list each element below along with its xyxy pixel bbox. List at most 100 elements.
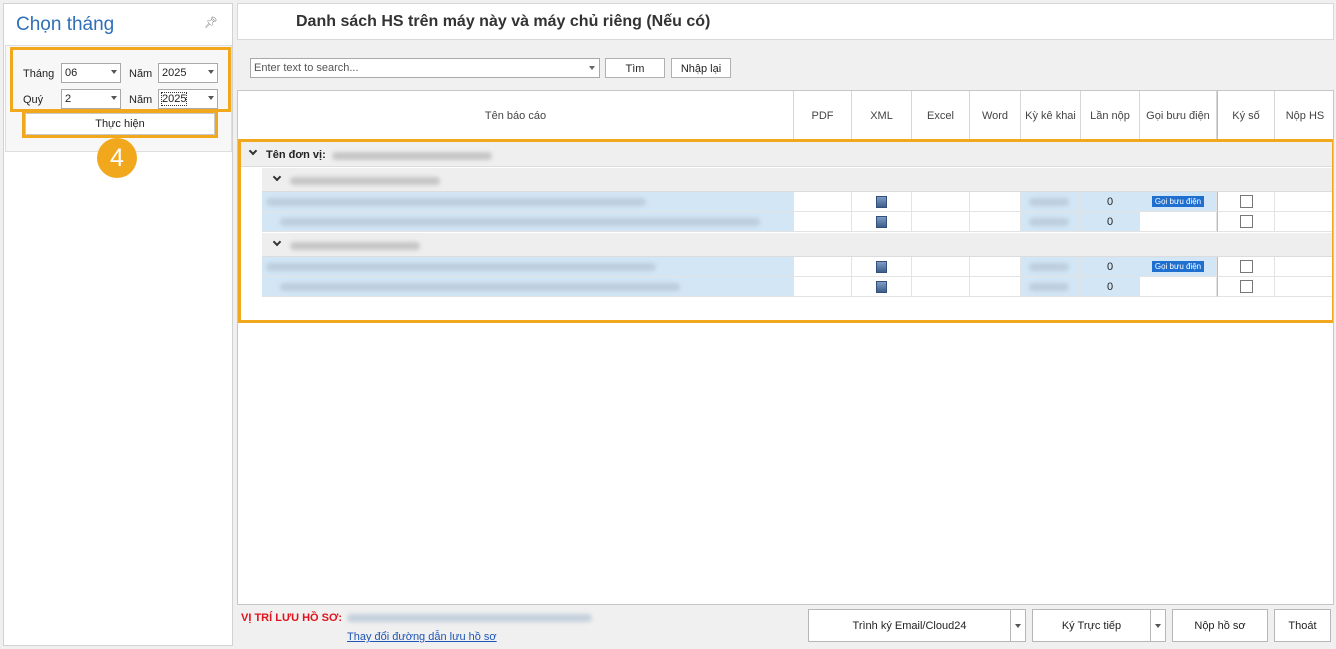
pdf-cell[interactable] [794, 192, 852, 212]
post-office-cell[interactable]: Gọi bưu điện [1140, 257, 1217, 277]
word-cell[interactable] [970, 257, 1021, 277]
step-badge: 4 [97, 138, 137, 178]
pdf-cell[interactable] [794, 277, 852, 297]
save-location-label: VỊ TRÍ LƯU HỒ SƠ: [241, 612, 343, 624]
report-name-redacted [266, 198, 646, 206]
year-value-2: 2025 [160, 92, 188, 106]
column-header-xml[interactable]: XML [852, 91, 912, 141]
year-select[interactable]: 2025 [158, 63, 218, 83]
sign-cell[interactable] [1217, 257, 1275, 277]
quarter-select[interactable]: 2 [61, 89, 121, 109]
pdf-cell[interactable] [794, 257, 852, 277]
sign-checkbox[interactable] [1239, 260, 1253, 273]
exit-button[interactable]: Thoát [1274, 609, 1331, 642]
call-post-office-button[interactable]: Gọi bưu điện [1151, 196, 1205, 207]
xml-file-icon[interactable] [876, 216, 887, 228]
column-header-pdf[interactable]: PDF [794, 91, 852, 141]
column-header-word[interactable]: Word [970, 91, 1021, 141]
xml-cell[interactable] [852, 277, 912, 297]
unit-group-row[interactable]: Tên đơn vị: [238, 142, 1333, 167]
xml-file-icon[interactable] [876, 196, 887, 208]
submit-count-cell: 0 [1081, 277, 1140, 297]
xml-file-icon[interactable] [876, 281, 887, 293]
word-cell[interactable] [970, 192, 1021, 212]
chevron-down-icon[interactable] [272, 237, 282, 247]
period-redacted [1029, 198, 1069, 206]
call-post-office-button[interactable]: Gọi bưu điện [1151, 261, 1205, 272]
save-path-redacted [347, 614, 592, 622]
excel-cell[interactable] [912, 277, 970, 297]
report-name-cell [262, 212, 794, 232]
column-header-report-name[interactable]: Tên báo cáo [238, 91, 794, 141]
sign-cell[interactable] [1217, 212, 1275, 232]
chevron-down-icon [111, 96, 117, 100]
month-select[interactable]: 06 [61, 63, 121, 83]
excel-cell[interactable] [912, 212, 970, 232]
column-header-period[interactable]: Kỳ kê khai [1021, 91, 1081, 141]
sign-direct-dropdown[interactable] [1150, 609, 1166, 642]
search-input[interactable]: Enter text to search... [250, 58, 600, 78]
report-name-redacted [280, 218, 760, 226]
sign-checkbox[interactable] [1239, 280, 1253, 293]
chevron-down-icon[interactable] [248, 146, 258, 156]
column-header-post-office[interactable]: Gọi bưu điện [1140, 91, 1217, 141]
find-button[interactable]: Tìm [605, 58, 665, 78]
column-header-submit[interactable]: Nộp HS [1275, 91, 1333, 141]
submit-cell[interactable] [1275, 257, 1333, 277]
post-office-cell[interactable] [1140, 212, 1217, 232]
submit-cell[interactable] [1275, 192, 1333, 212]
year-label-2: Năm [129, 94, 153, 106]
app-window: Chọn tháng 📌︎ Tháng 06 Năm 2025 Quý 2 Nă… [0, 0, 1336, 649]
sign-email-cloud-button[interactable]: Trình ký Email/Cloud24 [808, 609, 1011, 642]
report-name-redacted [280, 283, 680, 291]
xml-cell[interactable] [852, 212, 912, 232]
chevron-down-icon [208, 96, 214, 100]
period-redacted [1029, 263, 1069, 271]
panel-title: Chọn tháng [16, 14, 115, 35]
post-office-cell[interactable] [1140, 277, 1217, 297]
sign-cell[interactable] [1217, 192, 1275, 212]
table-row[interactable]: 0 [238, 277, 1333, 297]
execute-button[interactable]: Thực hiện [25, 113, 215, 135]
submit-cell[interactable] [1275, 212, 1333, 232]
report-group-row[interactable] [262, 168, 1333, 192]
pin-icon[interactable]: 📌︎ [204, 16, 218, 29]
page-title: Danh sách HS trên máy này và máy chủ riê… [296, 13, 711, 30]
column-header-sign[interactable]: Ký số [1217, 91, 1275, 141]
table-row[interactable]: 0 Gọi bưu điện [238, 257, 1333, 277]
xml-file-icon[interactable] [876, 261, 887, 273]
sign-direct-button[interactable]: Ký Trực tiếp [1032, 609, 1151, 642]
sign-email-dropdown[interactable] [1010, 609, 1026, 642]
month-value: 06 [65, 67, 78, 79]
year-select-2[interactable]: 2025 [158, 89, 218, 109]
quarter-label: Quý [23, 94, 44, 106]
bottom-bar: VỊ TRÍ LƯU HỒ SƠ: Thay đổi đường dẫn lưu… [237, 605, 1334, 646]
chevron-down-icon [1015, 624, 1021, 628]
word-cell[interactable] [970, 212, 1021, 232]
excel-cell[interactable] [912, 257, 970, 277]
table-row[interactable]: 0 Gọi bưu điện [238, 192, 1333, 212]
table-row[interactable]: 0 [238, 212, 1333, 232]
change-path-link[interactable]: Thay đổi đường dẫn lưu hồ sơ [347, 631, 497, 643]
submit-count-cell: 0 [1081, 192, 1140, 212]
pdf-cell[interactable] [794, 212, 852, 232]
reset-button[interactable]: Nhập lại [671, 58, 731, 78]
sign-cell[interactable] [1217, 277, 1275, 297]
excel-cell[interactable] [912, 192, 970, 212]
group-name-redacted [290, 242, 420, 250]
chevron-down-icon[interactable] [272, 172, 282, 182]
xml-cell[interactable] [852, 192, 912, 212]
report-group-row[interactable] [262, 233, 1333, 257]
xml-cell[interactable] [852, 257, 912, 277]
submit-cell[interactable] [1275, 277, 1333, 297]
word-cell[interactable] [970, 277, 1021, 297]
sign-checkbox[interactable] [1239, 195, 1253, 208]
column-header-excel[interactable]: Excel [912, 91, 970, 141]
search-placeholder: Enter text to search... [254, 62, 359, 74]
submit-button[interactable]: Nộp hồ sơ [1172, 609, 1268, 642]
report-grid: Tên báo cáo PDF XML Excel Word Kỳ kê kha… [237, 90, 1334, 605]
sign-checkbox[interactable] [1239, 215, 1253, 228]
column-header-submit-count[interactable]: Lần nộp [1081, 91, 1140, 141]
period-filter-box: Tháng 06 Năm 2025 Quý 2 Năm 2025 [5, 45, 232, 152]
post-office-cell[interactable]: Gọi bưu điện [1140, 192, 1217, 212]
